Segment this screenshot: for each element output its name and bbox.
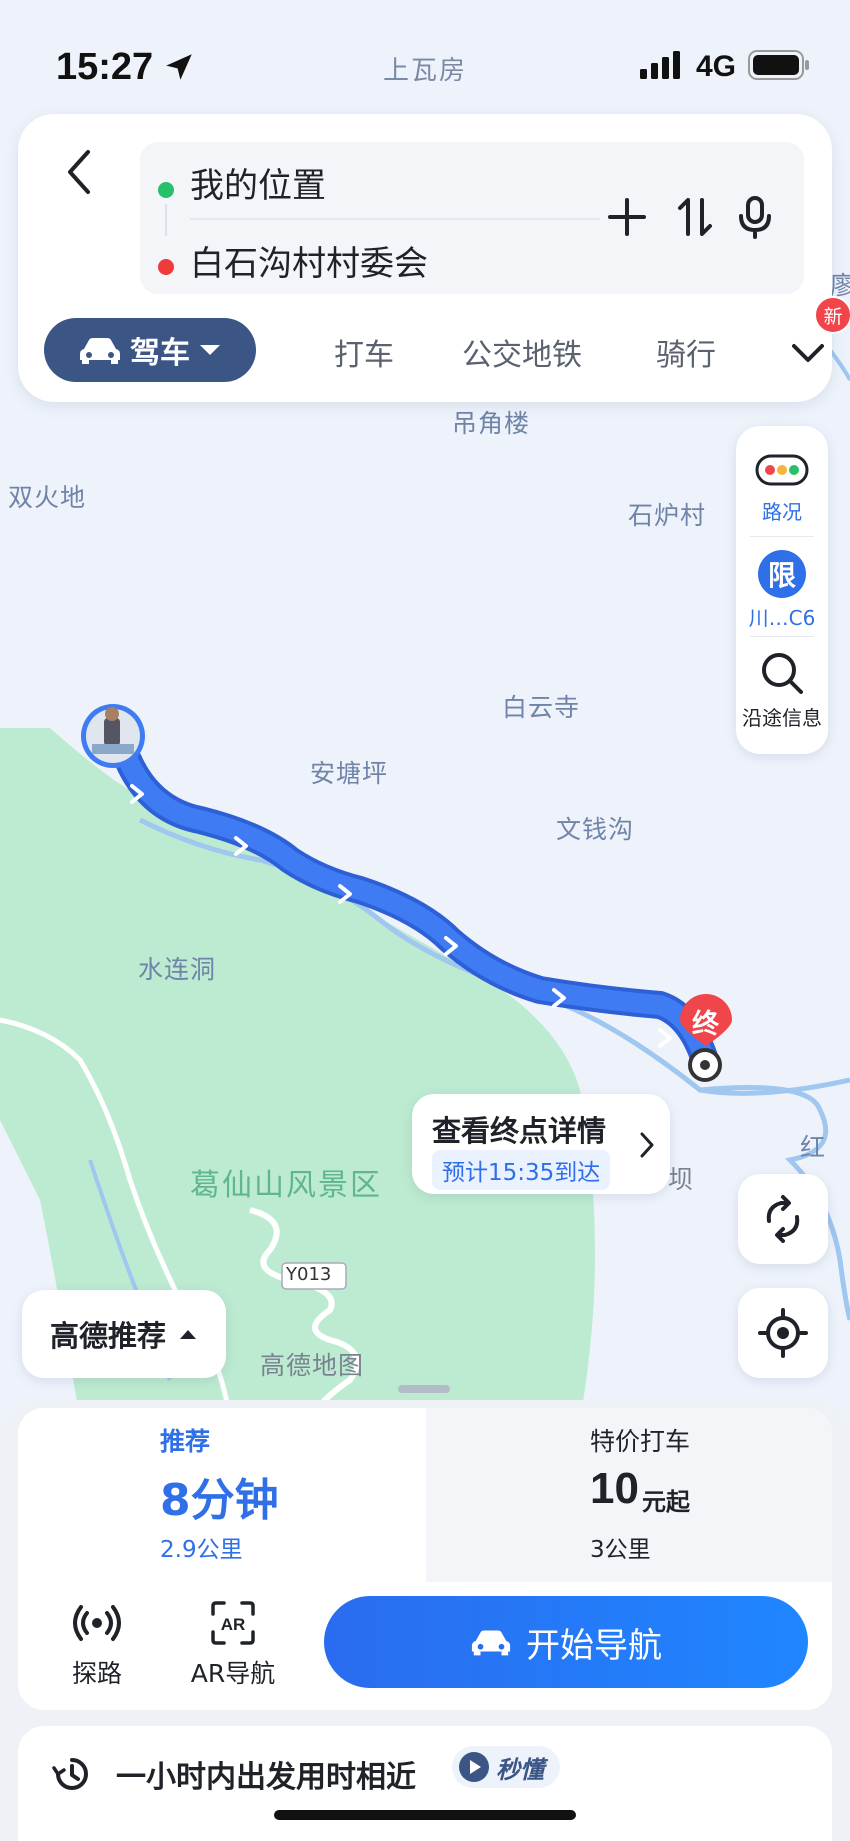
status-bar: 15:27 上瓦房 4G: [0, 40, 850, 100]
plan-recommend-distance: 2.9公里: [160, 1537, 243, 1563]
route-search-card: 我的位置 白石沟村村委会 驾车 打车 公交地铁 骑行 新: [18, 114, 850, 402]
ar-navigation-button[interactable]: AR AR导航: [178, 1600, 288, 1690]
broadcast-icon: [73, 1605, 121, 1641]
sheet-drag-handle[interactable]: [398, 1385, 450, 1393]
add-waypoint-button[interactable]: [602, 192, 652, 242]
map-label: 白云寺: [502, 693, 581, 722]
travel-mode-tabs: 驾车 打车 公交地铁 骑行 新: [44, 296, 850, 384]
svg-text:AR: AR: [221, 1615, 246, 1634]
tab-drive[interactable]: 驾车: [44, 318, 256, 382]
microphone-icon: [739, 196, 771, 239]
tab-bike[interactable]: 骑行: [656, 330, 716, 374]
car-icon: [80, 338, 120, 364]
recommend-toggle-label: 高德推荐: [49, 1319, 166, 1353]
along-route-info-label: 沿途信息: [742, 706, 822, 730]
route-plan-card: 推荐 8分钟 2.9公里 特价打车 10 元起 3公里 探路 AR AR导航 开…: [18, 1408, 832, 1710]
route-input-box: 我的位置 白石沟村村委会: [140, 142, 804, 294]
plan-taxi-unit: 元起: [642, 1488, 690, 1516]
divider: [750, 636, 814, 637]
plan-taxi-label: 特价打车: [590, 1427, 691, 1456]
ar-label: AR导航: [190, 1659, 276, 1688]
road-number-label: Y013: [286, 1264, 332, 1285]
map-tool-panel: 路况 限 川…C6 沿途信息: [736, 426, 828, 754]
river: [828, 348, 850, 381]
plan-taxi-price: 10: [590, 1464, 639, 1513]
caret-up-icon: [180, 1330, 196, 1339]
caret-down-icon: [200, 345, 220, 355]
chevron-right-icon: [640, 1132, 654, 1158]
clock-icon: [52, 1758, 88, 1790]
home-indicator: [274, 1810, 576, 1820]
swap-icon: [678, 198, 712, 236]
back-button[interactable]: [48, 136, 108, 206]
origin-input[interactable]: 我的位置: [190, 158, 326, 207]
map-label: 石炉村: [628, 501, 707, 530]
map-label: 吊角楼: [452, 409, 531, 438]
start-navigation-label: 开始导航: [526, 1625, 662, 1666]
locate-icon: [758, 1308, 808, 1358]
map-label: 文钱沟: [556, 815, 635, 844]
divider: [750, 536, 814, 537]
map-label: 坝: [668, 1165, 695, 1194]
restriction-icon: 限: [758, 550, 806, 598]
scenic-area-label: 葛仙山风景区: [190, 1168, 382, 1203]
tab-taxi[interactable]: 打车: [334, 330, 394, 374]
traffic-restriction-button[interactable]: 限 川…C6: [736, 550, 828, 631]
plan-recommend-time: 8分钟: [160, 1475, 279, 1526]
traffic-label: 路况: [762, 500, 802, 524]
callout-title: 查看终点详情: [432, 1114, 607, 1148]
refresh-icon: [766, 1195, 800, 1243]
restriction-label: 川…C6: [748, 606, 816, 630]
new-badge: 新: [814, 296, 850, 334]
map-label: 水连洞: [138, 955, 217, 984]
plus-icon: [608, 198, 646, 236]
chevron-down-icon: [792, 344, 824, 362]
refresh-route-button[interactable]: [738, 1174, 828, 1264]
status-indicators: 4G: [639, 50, 810, 84]
tab-transit[interactable]: 公交地铁: [462, 330, 582, 374]
swap-route-button[interactable]: [670, 192, 720, 242]
explore-road-button[interactable]: 探路: [42, 1600, 152, 1690]
direction-arrow: [658, 1028, 672, 1048]
map-watermark: 高德地图: [260, 1351, 365, 1380]
along-route-info-button[interactable]: 沿途信息: [736, 648, 828, 731]
route-connector: [165, 204, 167, 236]
departure-tip-card[interactable]: 一小时内出发用时相近 秒懂: [18, 1726, 832, 1841]
departure-tip-text: 一小时内出发用时相近: [116, 1760, 416, 1795]
divider: [190, 218, 600, 220]
ar-icon: AR: [211, 1601, 255, 1645]
destination-dot: [158, 259, 174, 275]
battery-icon: [748, 50, 810, 84]
plan-recommend-label: 推荐: [160, 1427, 211, 1456]
traffic-light-icon: [755, 454, 809, 486]
play-icon: [459, 1752, 489, 1782]
locate-me-button[interactable]: [738, 1288, 828, 1378]
start-navigation-button[interactable]: 开始导航: [324, 1596, 808, 1688]
plan-option-recommend[interactable]: 推荐 8分钟 2.9公里: [18, 1408, 426, 1582]
plan-taxi-distance: 3公里: [590, 1537, 651, 1563]
signal-icon: [639, 51, 684, 83]
network-type: 4G: [695, 50, 736, 83]
quick-explain-label: 秒懂: [496, 1755, 544, 1784]
map-label: 红: [800, 1133, 827, 1162]
quick-explain-badge[interactable]: 秒懂: [452, 1746, 560, 1788]
destination-detail-callout[interactable]: 查看终点详情 预计15:35到达: [412, 1094, 670, 1194]
search-icon: [762, 653, 803, 694]
eta-badge: 预计15:35到达: [432, 1150, 611, 1190]
voice-input-button[interactable]: [730, 192, 780, 242]
back-arrow-icon: [68, 150, 90, 194]
tab-drive-label: 驾车: [130, 336, 190, 371]
more-modes-button[interactable]: [788, 332, 828, 372]
map-label: 安塘坪: [310, 759, 389, 788]
explore-label: 探路: [71, 1659, 122, 1688]
destination-input[interactable]: 白石沟村村委会: [190, 236, 428, 285]
end-marker-label: 终: [692, 1009, 719, 1040]
plan-option-taxi[interactable]: 特价打车 10 元起 3公里: [426, 1408, 832, 1582]
traffic-button[interactable]: 路况: [736, 452, 828, 525]
recommend-toggle-button[interactable]: 高德推荐: [22, 1290, 226, 1378]
origin-dot: [158, 182, 174, 198]
car-icon: [471, 1630, 511, 1656]
map-label: 双火地: [8, 483, 87, 512]
